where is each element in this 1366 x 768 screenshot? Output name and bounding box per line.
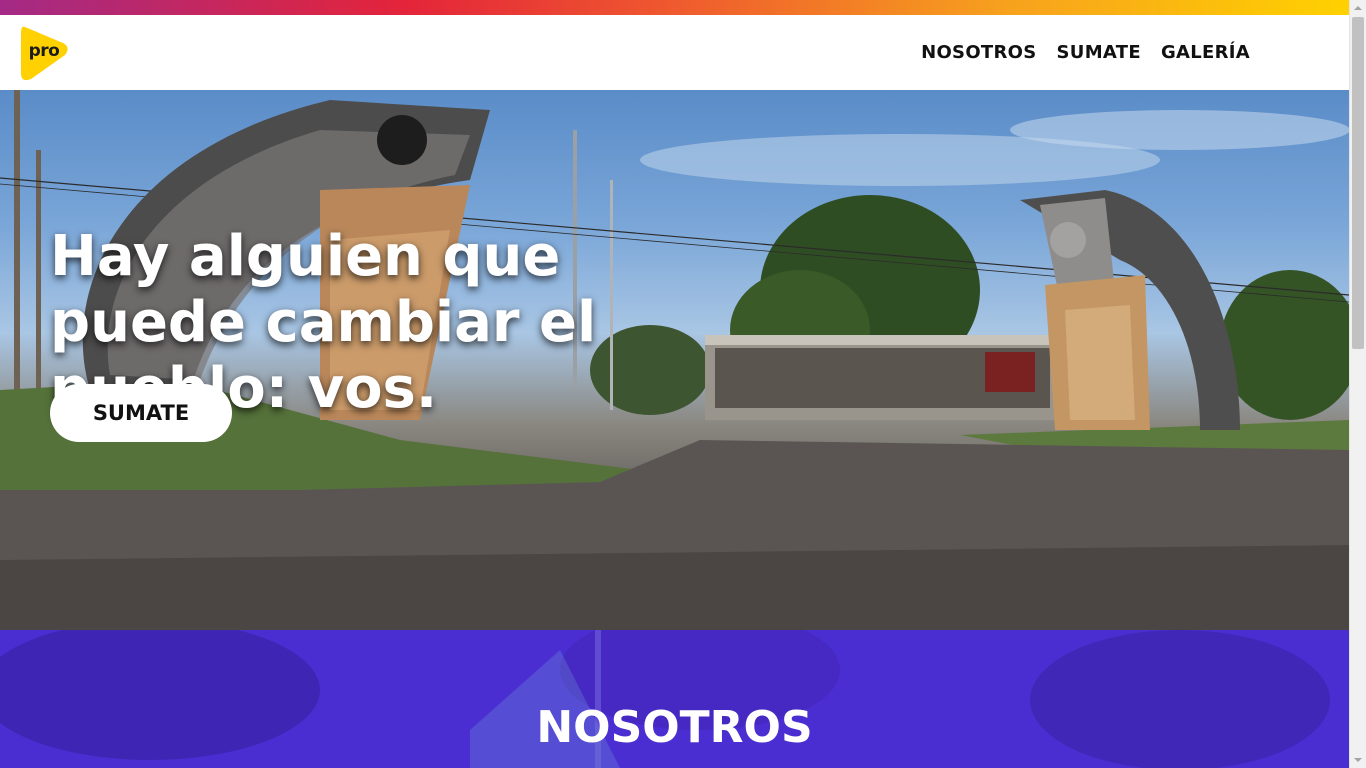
pro-logo[interactable]: pro bbox=[19, 25, 71, 81]
brand-gradient-bar bbox=[0, 0, 1349, 15]
hero-section: Hay alguien que puede cambiar el pueblo:… bbox=[0, 90, 1349, 630]
sumate-button[interactable]: SUMATE bbox=[50, 384, 232, 442]
scroll-up-arrow-icon[interactable] bbox=[1350, 0, 1366, 16]
site-header: pro NOSOTROS SUMATE GALERÍA bbox=[0, 15, 1349, 90]
nav-link-sumate[interactable]: SUMATE bbox=[1057, 42, 1141, 63]
scroll-down-arrow-icon[interactable] bbox=[1350, 752, 1366, 768]
scrollbar-thumb[interactable] bbox=[1352, 17, 1364, 349]
nosotros-title: NOSOTROS bbox=[536, 702, 813, 753]
logo-text: pro bbox=[28, 41, 60, 61]
nosotros-section: NOSOTROS bbox=[0, 630, 1349, 768]
nav-link-nosotros[interactable]: NOSOTROS bbox=[921, 42, 1036, 63]
nav-link-galeria[interactable]: GALERÍA bbox=[1161, 42, 1250, 63]
main-nav: NOSOTROS SUMATE GALERÍA bbox=[921, 42, 1250, 63]
page-scrollbar[interactable] bbox=[1349, 0, 1366, 768]
page: pro NOSOTROS SUMATE GALERÍA Hay alguien … bbox=[0, 0, 1349, 768]
